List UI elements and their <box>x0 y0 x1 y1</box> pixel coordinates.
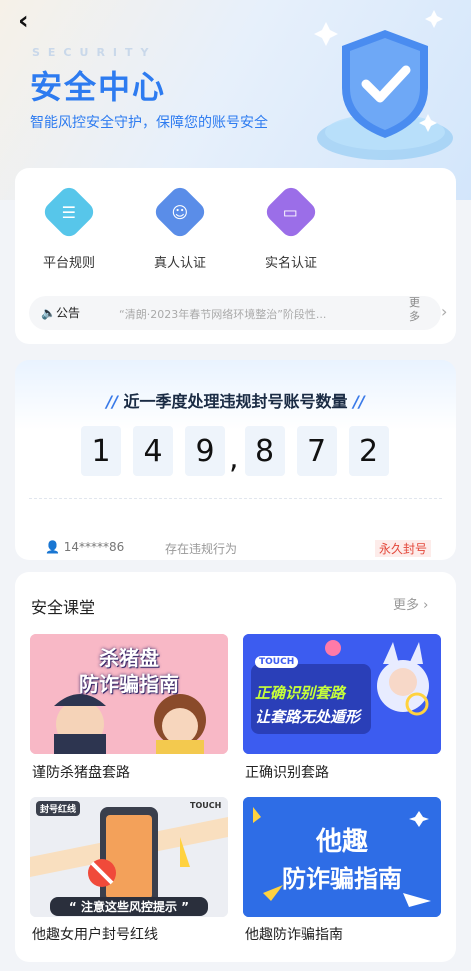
id-card-icon: ▭ <box>262 183 320 241</box>
ban-stats-card: // 近一季度处理违规封号账号数量 // 1 4 9 , 8 7 2 👤 14*… <box>15 360 456 560</box>
section-title: 安全课堂 <box>31 598 96 617</box>
list-icon: ☰ <box>40 183 98 241</box>
course-thumb-pig-butchering[interactable]: 杀猪盘 防诈骗指南 <box>30 634 228 754</box>
thumb-title-1: 他趣 <box>315 827 368 857</box>
chevron-right-icon[interactable]: › <box>441 302 447 321</box>
course-thumb-identify-tricks[interactable]: TOUCH 正确识别套路 让套路无处遁形 <box>243 634 441 754</box>
feature-label: 实名认证 <box>264 256 317 271</box>
thumb-title-1: 正确识别套路 <box>255 684 346 702</box>
notice-more[interactable]: 更多 <box>409 296 423 324</box>
count-digit: 7 <box>296 426 337 476</box>
real-person-verify-entry[interactable]: ☺ 真人认证 <box>140 183 220 271</box>
section-more[interactable]: 更多 › <box>393 594 428 613</box>
notice-text: “清朗·2023年春节网络环境整治”阶段性... <box>119 308 327 321</box>
ban-count: 1 4 9 , 8 7 2 <box>81 426 401 476</box>
course-thumb-ban-redline[interactable]: 封号红线 TOUCH “ 注意这些风控提示 ” <box>30 797 228 917</box>
record-user: 👤 14*****86 <box>45 540 125 554</box>
count-separator: , <box>229 441 239 476</box>
thumb-tag: 封号红线 <box>36 801 81 816</box>
safety-class-card: 安全课堂 更多 › 杀猪盘 防诈骗指南 谨防杀猪盘套路 TOUCH 正确识别套路… <box>15 572 456 962</box>
notice-bar[interactable]: 🔈公告 “清朗·2023年春节网络环境整治”阶段性... 更多 › <box>29 296 447 330</box>
count-digit: 9 <box>185 426 225 476</box>
thumb-tag-2: TOUCH <box>190 801 222 810</box>
record-status: 永久封号 <box>375 540 432 557</box>
user-icon: 👤 <box>45 540 60 554</box>
page-title: 安全中心 <box>30 68 167 106</box>
feature-label: 真人认证 <box>153 256 206 271</box>
course-caption[interactable]: 正确识别套路 <box>245 762 329 782</box>
shield-icon <box>310 10 460 170</box>
count-digit: 8 <box>244 426 285 476</box>
course-caption[interactable]: 他趣女用户封号红线 <box>32 924 158 944</box>
platform-rules-entry[interactable]: ☰ 平台规则 <box>29 183 109 271</box>
count-digit: 4 <box>133 426 173 476</box>
speaker-icon: 🔈 <box>41 306 56 320</box>
notice-badge: 🔈公告 <box>41 306 80 320</box>
chevron-left-icon[interactable]: ‹ <box>18 8 46 36</box>
thumb-title-1: “ 注意这些风控提示 ” <box>50 897 208 916</box>
divider <box>29 498 442 499</box>
count-digit: 2 <box>348 426 389 476</box>
thumb-title-2: 防诈骗指南 <box>79 672 179 696</box>
stats-title: // 近一季度处理违规封号账号数量 // <box>106 392 365 411</box>
features-card: ☰ 平台规则 ☺ 真人认证 ▭ 实名认证 🔈公告 “清朗·2023年春节网络环境… <box>15 168 456 344</box>
slash-decoration-icon: // <box>106 392 118 411</box>
real-name-verify-entry[interactable]: ▭ 实名认证 <box>251 183 331 271</box>
thumb-title-1: 杀猪盘 <box>99 646 159 670</box>
course-thumb-anti-fraud-guide[interactable]: 他趣 防诈骗指南 <box>243 797 441 917</box>
record-reason: 存在违规行为 <box>165 542 238 556</box>
header-watermark: SECURITY <box>32 46 157 59</box>
thumb-title-2: 让套路无处遁形 <box>255 708 361 726</box>
slash-decoration-icon: // <box>353 392 365 411</box>
feature-label: 平台规则 <box>42 256 95 271</box>
thumb-title-2: 防诈骗指南 <box>282 865 402 893</box>
user-check-icon: ☺ <box>151 183 209 241</box>
course-caption[interactable]: 他趣防诈骗指南 <box>245 924 343 944</box>
thumb-tag: TOUCH <box>255 656 299 668</box>
page-subtitle: 智能风控安全守护，保障您的账号安全 <box>30 115 268 131</box>
course-caption[interactable]: 谨防杀猪盘套路 <box>32 762 130 782</box>
count-digit: 1 <box>81 426 121 476</box>
